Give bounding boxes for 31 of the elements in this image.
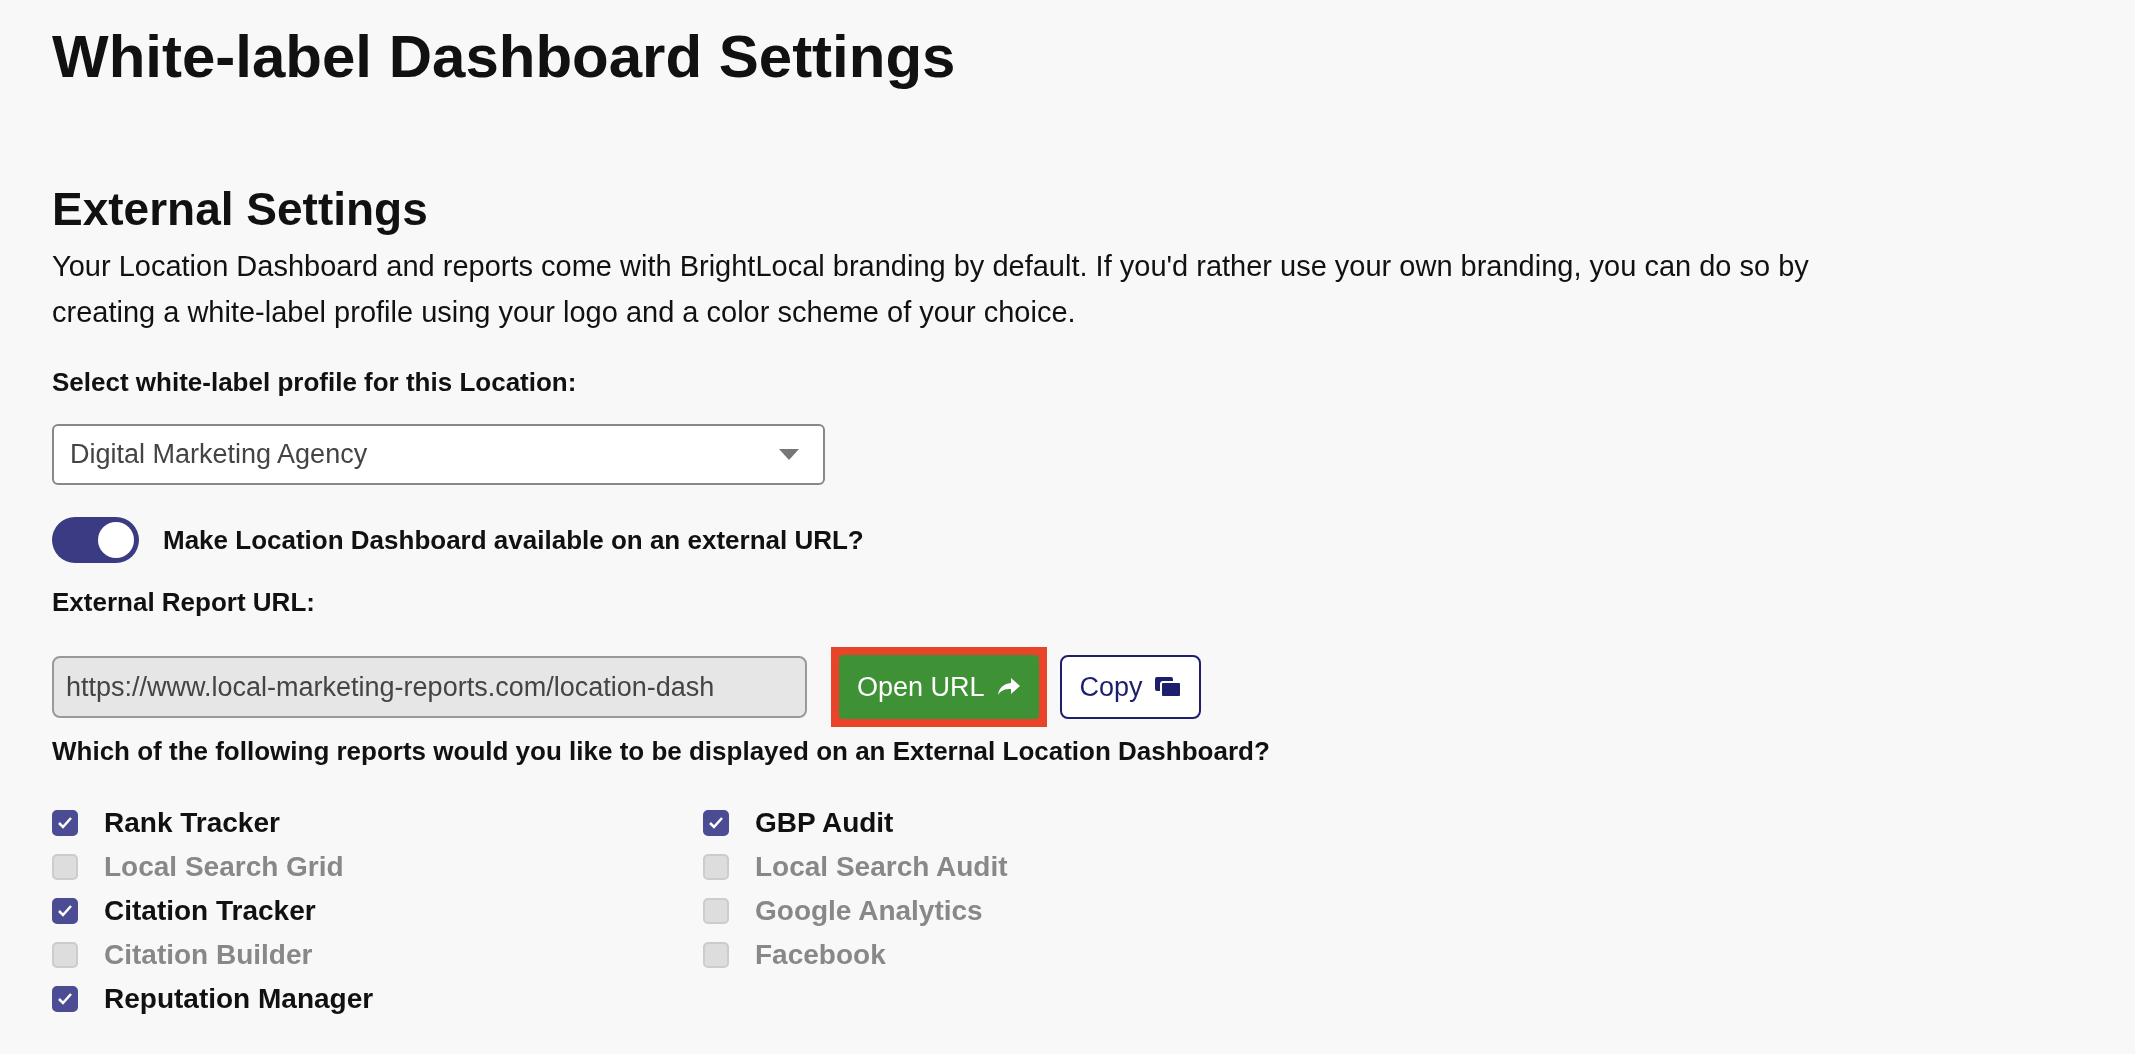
checkbox-label: GBP Audit — [755, 807, 894, 840]
check-icon — [57, 816, 73, 831]
copy-button[interactable]: Copy — [1059, 655, 1201, 720]
checkbox[interactable] — [703, 810, 729, 837]
section-title: External Settings — [52, 182, 429, 237]
checkbox-label: Rank Tracker — [104, 807, 280, 840]
section-description: Your Location Dashboard and reports come with BrightLocal branding by default. If you'd rather use your own branding, you can do so by creating a white-label profile using your logo and a color scheme of your choice. — [52, 249, 1810, 331]
check-icon — [57, 904, 73, 919]
question-label: Which of the following reports would you like to be displayed on an External Location Dashboard? — [52, 736, 1271, 768]
checkbox-label: Local Search Grid — [104, 851, 344, 884]
checkbox-label: Citation Builder — [104, 939, 313, 972]
field-label: External Report URL: — [52, 587, 316, 619]
field-label: Select white-label profile for this Location: — [52, 367, 578, 399]
caret-icon — [779, 449, 799, 461]
checkbox-label: Citation Tracker — [104, 895, 316, 928]
toggle-switch[interactable] — [52, 517, 139, 564]
checkbox-label: Facebook — [755, 939, 886, 972]
checkbox-label: Reputation Manager — [104, 983, 374, 1016]
profile-select[interactable]: Digital Marketing Agency — [52, 424, 825, 486]
checkbox[interactable] — [52, 986, 78, 1013]
open-url-button[interactable]: Open URL — [839, 655, 1039, 720]
checkbox-label: Local Search Audit — [755, 851, 1008, 884]
checkbox-label: Google Analytics — [755, 895, 983, 928]
checkbox[interactable] — [52, 810, 78, 837]
url-field[interactable]: https://www.local-marketing-reports.com/location-dash — [52, 656, 807, 719]
check-icon — [708, 816, 724, 831]
check-icon — [57, 992, 73, 1007]
toggle-label: Make Location Dashboard available on an external URL? — [163, 524, 864, 556]
page-title: White-label Dashboard Settings — [52, 22, 957, 92]
copy-icon — [1154, 677, 1181, 698]
checkbox[interactable] — [52, 898, 78, 925]
